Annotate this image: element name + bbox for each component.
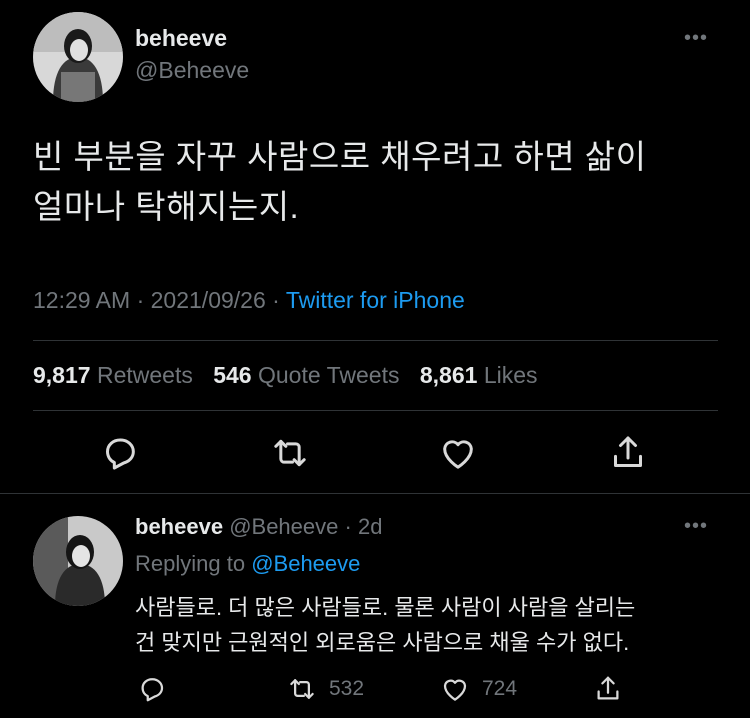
reply-share-button[interactable]	[593, 674, 635, 704]
likes-count: 8,861	[419, 362, 478, 388]
tweet-stats: 9,817 Retweets 546 Quote Tweets 8,861 Li…	[33, 362, 552, 389]
reply-author-handle[interactable]: @Beheeve	[229, 514, 338, 539]
share-icon	[614, 436, 642, 467]
reply-retweet-count: 532	[329, 677, 365, 700]
reply-icon	[141, 678, 164, 702]
reply-header: beheeve @Beheeve · 2d	[135, 514, 382, 540]
reply-icon	[106, 438, 135, 470]
reply-author-name[interactable]: beheeve	[135, 514, 223, 539]
reply-like-button[interactable]: 724	[440, 674, 517, 704]
reply-separator: ·	[344, 514, 352, 539]
retweet-icon	[274, 439, 306, 467]
reply-like-count: 724	[482, 677, 518, 700]
tweet-date[interactable]: 2021/09/26	[151, 287, 266, 313]
reply-retweet-button[interactable]: 532	[287, 674, 364, 704]
more-options-icon[interactable]: •••	[684, 28, 708, 48]
retweet-button[interactable]	[268, 431, 312, 475]
reply-reply-button[interactable]	[137, 674, 179, 704]
quotes-count: 546	[213, 362, 252, 388]
share-button[interactable]	[606, 431, 650, 475]
likes-label: Likes	[483, 362, 538, 388]
tweet-text-line-2: 얼마나 탁해지는지.	[33, 188, 300, 225]
likes-stat[interactable]: 8,861 Likes	[420, 362, 552, 388]
tweet-text: 빈 부분을 자꾸 사람으로 채우려고 하면 삶이 얼마나 탁해지는지.	[33, 132, 723, 232]
divider	[33, 410, 718, 411]
tweet-time[interactable]: 12:29 AM	[33, 287, 130, 313]
meta-separator: ·	[272, 287, 280, 313]
reply-text-line-1: 사람들로. 더 많은 사람들로. 물론 사람이 사람을 살리는	[135, 595, 636, 620]
tweet-meta: 12:29 AM · 2021/09/26 · Twitter for iPho…	[33, 287, 465, 314]
reply-age[interactable]: 2d	[358, 514, 382, 539]
author-handle[interactable]: @Beheeve	[135, 57, 249, 84]
reply-text-line-2: 건 맞지만 근원적인 외로움은 사람으로 채울 수가 없다.	[135, 630, 630, 655]
author-name[interactable]: beheeve	[135, 25, 227, 52]
retweet-icon	[290, 679, 314, 699]
reply-more-options-icon[interactable]: •••	[684, 516, 708, 536]
tweet-text-line-1: 빈 부분을 자꾸 사람으로 채우려고 하면 삶이	[33, 138, 647, 175]
like-icon	[443, 440, 473, 469]
replying-to: Replying to @Beheeve	[135, 551, 360, 577]
retweets-label: Retweets	[96, 362, 193, 388]
replying-to-label: Replying to	[135, 551, 246, 576]
divider	[33, 340, 718, 341]
reply-author-avatar[interactable]	[33, 516, 123, 606]
like-button[interactable]	[436, 431, 480, 475]
retweets-count: 9,817	[33, 362, 91, 388]
tweet-source-link[interactable]: Twitter for iPhone	[286, 287, 465, 313]
reply-button[interactable]	[98, 431, 142, 475]
meta-separator: ·	[136, 287, 145, 313]
divider	[0, 493, 750, 494]
author-avatar[interactable]	[33, 12, 123, 102]
retweets-stat[interactable]: 9,817 Retweets	[33, 362, 207, 388]
replying-to-handle[interactable]: @Beheeve	[251, 551, 360, 576]
like-icon	[443, 679, 467, 701]
quotes-stat[interactable]: 546 Quote Tweets	[213, 362, 413, 388]
share-icon	[597, 676, 619, 700]
quotes-label: Quote Tweets	[257, 362, 400, 388]
reply-text: 사람들로. 더 많은 사람들로. 물론 사람이 사람을 살리는 건 맞지만 근원…	[135, 590, 725, 660]
